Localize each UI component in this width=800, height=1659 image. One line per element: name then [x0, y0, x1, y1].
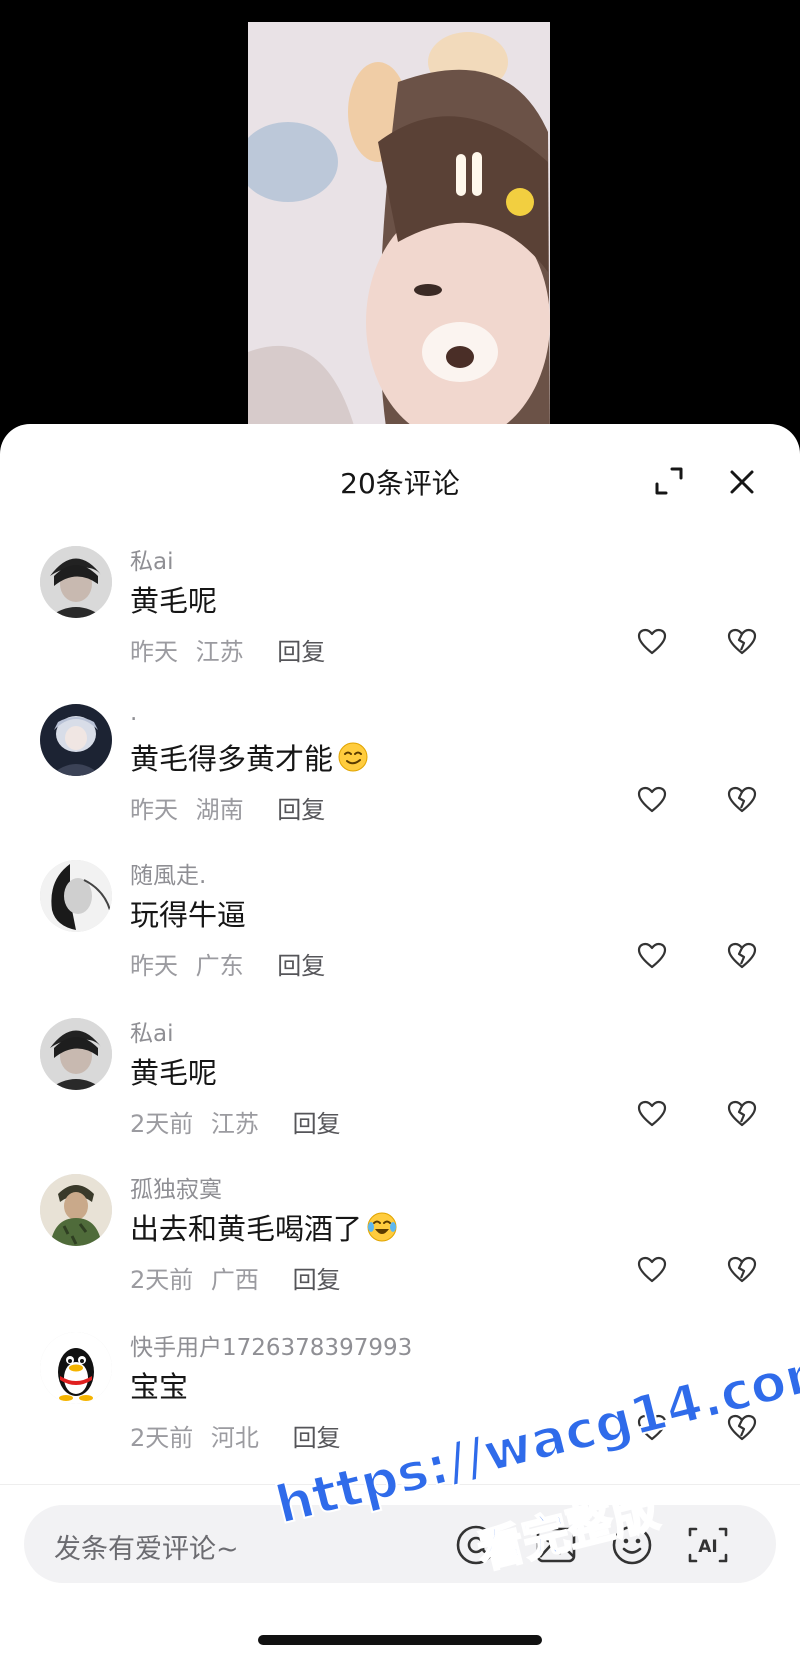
comment-text-content: 玩得牛逼 — [130, 898, 247, 932]
heart-icon[interactable] — [636, 626, 668, 658]
reply-button[interactable]: 回复 — [293, 1424, 341, 1452]
comment-text-content: 黄毛呢 — [130, 584, 218, 618]
comment-location: 江苏 — [195, 638, 244, 666]
at-icon[interactable] — [454, 1523, 498, 1567]
comments-sheet: 20条评论 私ai 黄毛呢 昨天 江苏 回复 . 黄毛得多黄才能 昨天 湖南 回… — [0, 424, 800, 1658]
comment-meta: 2天前 广西 回复 — [130, 1260, 341, 1295]
comment-username[interactable]: 随風走. — [130, 856, 206, 890]
broken-heart-icon[interactable] — [726, 1254, 758, 1286]
expand-icon[interactable] — [652, 464, 686, 498]
comment-item: 私ai 黄毛呢 昨天 江苏 回复 — [0, 534, 800, 700]
avatar[interactable] — [40, 1018, 112, 1090]
comment-text: 玩得牛逼 — [130, 892, 246, 934]
comment-text-content: 黄毛得多黄才能 — [130, 742, 334, 776]
comment-item: . 黄毛得多黄才能 昨天 湖南 回复 — [0, 692, 800, 858]
comment-text-content: 出去和黄毛喝酒了 — [130, 1212, 363, 1246]
comment-time: 昨天 — [130, 796, 178, 824]
comment-username[interactable]: 孤独寂寞 — [130, 1170, 222, 1204]
comment-text-content: 宝宝 — [130, 1370, 189, 1404]
comment-input[interactable]: 发条有爱评论~ AI — [24, 1505, 776, 1583]
comment-input-bar: 发条有爱评论~ AI — [0, 1484, 800, 1659]
comment-text: 黄毛呢 — [130, 1050, 217, 1092]
heart-icon[interactable] — [636, 784, 668, 816]
home-indicator — [258, 1635, 542, 1645]
broken-heart-icon[interactable] — [726, 784, 758, 816]
comment-location: 湖南 — [195, 796, 244, 824]
avatar[interactable] — [40, 546, 112, 618]
sheet-header: 20条评论 — [0, 424, 800, 540]
comment-username[interactable]: 私ai — [130, 542, 173, 576]
comment-time: 昨天 — [130, 638, 178, 666]
reply-button[interactable]: 回复 — [277, 796, 325, 824]
heart-icon[interactable] — [636, 1412, 668, 1444]
comment-username[interactable]: 快手用户1726378397993 — [130, 1328, 412, 1362]
emoji-icon[interactable] — [610, 1523, 654, 1567]
comment-meta: 昨天 江苏 回复 — [130, 632, 325, 667]
heart-icon[interactable] — [636, 1098, 668, 1130]
broken-heart-icon[interactable] — [726, 626, 758, 658]
comment-time: 2天前 — [130, 1424, 194, 1452]
comment-time: 昨天 — [130, 952, 178, 980]
comment-meta: 昨天 广东 回复 — [130, 946, 325, 981]
video-thumbnail — [248, 22, 550, 440]
comment-text: 黄毛得多黄才能 — [130, 736, 369, 778]
comment-item: 孤独寂寞 出去和黄毛喝酒了 2天前 广西 回复 — [0, 1162, 800, 1328]
broken-heart-icon[interactable] — [726, 940, 758, 972]
laugh-cry-emoji-icon — [366, 1211, 398, 1243]
comment-location: 河北 — [210, 1424, 259, 1452]
comment-meta: 2天前 河北 回复 — [130, 1418, 341, 1453]
comment-time: 2天前 — [130, 1110, 194, 1138]
comment-location: 广西 — [210, 1266, 259, 1294]
comment-item: 私ai 黄毛呢 2天前 江苏 回复 — [0, 1006, 800, 1172]
avatar[interactable] — [40, 1174, 112, 1246]
broken-heart-icon[interactable] — [726, 1412, 758, 1444]
reply-button[interactable]: 回复 — [293, 1110, 341, 1138]
avatar[interactable] — [40, 704, 112, 776]
reply-button[interactable]: 回复 — [293, 1266, 341, 1294]
smirk-emoji-icon — [337, 741, 369, 773]
video-frame[interactable] — [248, 22, 550, 440]
ai-icon[interactable]: AI — [686, 1523, 730, 1567]
reply-button[interactable]: 回复 — [277, 638, 325, 666]
avatar[interactable] — [40, 860, 112, 932]
comment-item: 快手用户1726378397993 宝宝 2天前 河北 回复 — [0, 1320, 800, 1486]
comment-text: 黄毛呢 — [130, 578, 217, 620]
comment-text: 出去和黄毛喝酒了 — [130, 1206, 398, 1248]
comment-item: 随風走. 玩得牛逼 昨天 广东 回复 — [0, 848, 800, 1014]
comment-input-placeholder: 发条有爱评论~ — [54, 1534, 239, 1565]
comment-meta: 昨天 湖南 回复 — [130, 790, 325, 825]
comment-username[interactable]: 私ai — [130, 1014, 173, 1048]
avatar[interactable] — [40, 1332, 112, 1404]
video-area[interactable] — [0, 0, 800, 440]
reply-button[interactable]: 回复 — [277, 952, 325, 980]
ai-icon-label: AI — [698, 1537, 717, 1557]
comment-username[interactable]: . — [130, 700, 137, 726]
comment-time: 2天前 — [130, 1266, 194, 1294]
comment-location: 江苏 — [210, 1110, 259, 1138]
close-icon[interactable] — [724, 464, 760, 500]
comment-text-content: 黄毛呢 — [130, 1056, 218, 1090]
comment-meta: 2天前 江苏 回复 — [130, 1104, 341, 1139]
heart-icon[interactable] — [636, 940, 668, 972]
heart-icon[interactable] — [636, 1254, 668, 1286]
comment-location: 广东 — [195, 952, 244, 980]
broken-heart-icon[interactable] — [726, 1098, 758, 1130]
image-icon[interactable] — [534, 1523, 578, 1567]
comment-text: 宝宝 — [130, 1364, 188, 1406]
